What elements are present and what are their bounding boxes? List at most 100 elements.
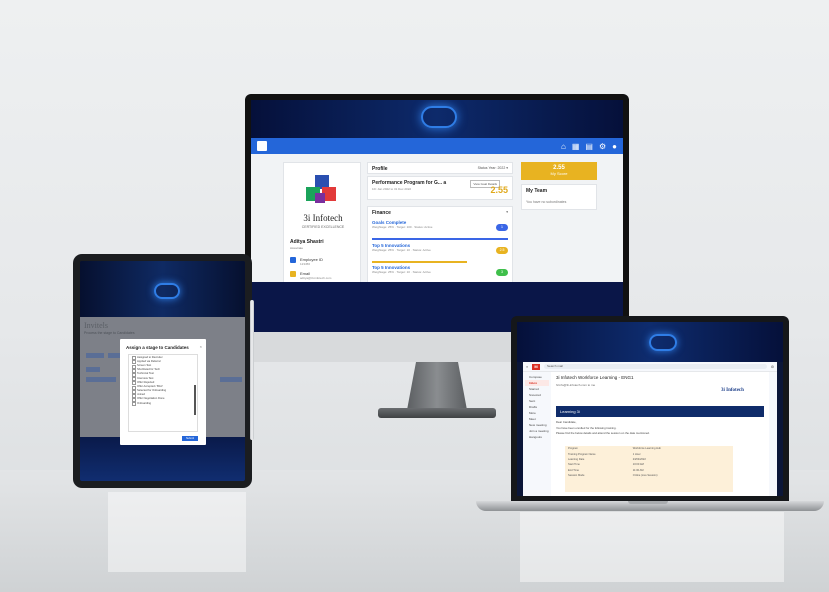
goal-progress-bar — [372, 238, 508, 240]
year-filter[interactable]: Status Year: 2022 ▾ — [478, 166, 508, 172]
performance-title: Performance Program for G... a — [372, 180, 447, 186]
brand-name: 3i Infotech — [303, 213, 343, 223]
laptop-device: ≡ M Search mail ⚙ Compose Inbox Starred … — [511, 316, 789, 502]
filter-chip[interactable] — [220, 377, 242, 382]
app-logo[interactable] — [257, 141, 267, 151]
email-paragraph: Please find the below details and attend… — [556, 431, 650, 436]
profile-name: Aditya Shastri — [290, 239, 324, 245]
tablet-hero-banner — [80, 261, 245, 317]
bell-icon[interactable]: ● — [612, 142, 617, 151]
table-key: Training Program Name — [568, 452, 596, 456]
table-value: 11:00 AM — [632, 468, 644, 472]
gmail-topbar: ≡ M Search mail ⚙ — [523, 362, 777, 372]
profile-panel: Profile Status Year: 2022 ▾ — [367, 162, 513, 174]
summary-column: 2.55 My Score My Team You have no subord… — [521, 162, 597, 210]
filter-chip[interactable] — [86, 353, 104, 358]
laptop-screen: ≡ M Search mail ⚙ Compose Inbox Starred … — [517, 322, 783, 496]
my-score-card[interactable]: 2.55 My Score — [521, 162, 597, 180]
profile-panel-title: Profile — [372, 166, 388, 172]
monitor-hero-banner — [251, 100, 623, 138]
close-icon[interactable]: × — [200, 344, 202, 349]
table-value: 23/04/2022 — [632, 457, 646, 461]
table-value: Online (Live Session) — [632, 474, 658, 478]
cloud-icon — [154, 283, 180, 299]
performance-score: 2.55 — [490, 185, 508, 195]
goal-item[interactable]: Top 5 Innovations Weightage: 25% · Targe… — [372, 243, 508, 263]
email-sender: hrinfo@3i-infotech.com to me — [556, 383, 596, 387]
table-key: Start Time — [568, 463, 580, 467]
email-row: Email aditya@3i-infotech.com — [290, 271, 331, 280]
goal-meta: Weightage: 25% · Target: 10 · Status: Ac… — [372, 270, 431, 274]
mail-icon — [290, 271, 296, 277]
profile-card: 3i Infotech CERTIFIED EXCELLENCE Aditya … — [283, 162, 361, 286]
gmail-window: ≡ M Search mail ⚙ Compose Inbox Starred … — [523, 362, 777, 496]
performance-column: Profile Status Year: 2022 ▾ Performance P… — [367, 162, 513, 286]
goal-item[interactable]: Goals Complete Weightage: 25% · Target: … — [372, 220, 508, 240]
my-score-label: My Score — [550, 171, 568, 176]
page-title: Invitels — [84, 321, 108, 330]
menu-icon[interactable]: ≡ — [526, 365, 528, 369]
user-icon[interactable]: ⚙ — [599, 142, 606, 151]
email-paragraph: Dear Candidate, — [556, 420, 577, 424]
page-subtitle: Process the stage to Candidates — [84, 331, 135, 335]
table-key: Session Mode — [568, 474, 585, 478]
modal-title: Assign a stage to Candidates — [126, 345, 189, 350]
laptop-reflection — [520, 512, 784, 582]
apps-icon[interactable]: ▤ — [585, 142, 593, 151]
email-body: Dear Candidate, You have been enrolled f… — [556, 420, 764, 437]
gmail-logo-icon[interactable]: M — [532, 363, 541, 370]
laptop-notch — [628, 501, 668, 504]
performance-program-card[interactable]: Performance Program for G... a 1D: Jan 2… — [367, 176, 513, 200]
table-value: Workforce Learning Hub — [632, 447, 661, 451]
tablet-screen: Invitels Process the stage to Candidates… — [80, 261, 245, 481]
employee-id-value: 123456 — [300, 262, 311, 266]
my-team-card: My Team You have no subordinates — [521, 184, 597, 210]
email-value: aditya@3i-infotech.com — [300, 276, 332, 280]
mail-search-input[interactable]: Search mail — [544, 364, 767, 369]
grid-icon[interactable]: ▦ — [572, 142, 580, 151]
my-team-title: My Team — [526, 188, 548, 194]
filter-chip[interactable] — [86, 367, 100, 372]
employee-id-row: Employee ID 123456 — [290, 257, 323, 266]
goal-score-pill: 2.5 — [496, 247, 508, 254]
table-key: Program — [568, 447, 578, 451]
device-mockup-scene: ⌂ ▦ ▤ ⚙ ● 3i Infotech CERTIFIED EXCELLEN… — [0, 0, 829, 592]
gmail-sidebar: Compose Inbox Starred Snoozed Sent Draft… — [523, 372, 551, 496]
profile-role: Associate — [290, 246, 304, 250]
collapse-icon[interactable]: ▾ — [506, 210, 508, 216]
performance-period: 1D: Jan 2022 to 31 Dec 2022 — [372, 187, 412, 191]
my-team-note: You have no subordinates — [526, 200, 567, 204]
home-icon[interactable]: ⌂ — [561, 142, 566, 151]
cloud-icon — [649, 334, 677, 351]
settings-icon[interactable]: ⚙ — [771, 365, 774, 369]
tablet-device: Invitels Process the stage to Candidates… — [73, 254, 252, 488]
cloud-icon — [421, 106, 457, 128]
monitor-stand-base — [378, 408, 496, 418]
table-key: Learning Date — [568, 457, 585, 461]
email-view: 3i Infotech Workforce Learning - ENG1 hr… — [553, 372, 767, 496]
training-details-table: Program Workforce Learning Hub Training P… — [565, 446, 733, 492]
nav-icons: ⌂ ▦ ▤ ⚙ ● — [561, 142, 617, 151]
email-paragraph: You have been enrolled for the following… — [556, 425, 617, 430]
email-brand-logo: 3i Infotech — [721, 388, 744, 393]
person-icon — [290, 257, 296, 263]
gmail-side-panel — [769, 372, 777, 496]
table-key: End Time — [568, 468, 579, 472]
goal-progress-bar — [372, 261, 468, 263]
monitor-stand — [407, 362, 467, 410]
company-logo — [306, 175, 338, 207]
submit-button[interactable]: Submit — [182, 436, 198, 441]
stage-option[interactable]: Onboarding — [129, 401, 197, 407]
monitor-app-body: 3i Infotech CERTIFIED EXCELLENCE Aditya … — [251, 154, 623, 332]
table-value: 10:00 AM — [632, 463, 644, 467]
scrollbar[interactable] — [194, 385, 196, 415]
finance-goals-panel: Finance ▾ Goals Complete Weightage: 25% ·… — [367, 206, 513, 286]
nav-hangouts[interactable]: Hangouts — [525, 434, 549, 440]
goal-score-pill: 3 — [496, 269, 508, 276]
monitor-navbar: ⌂ ▦ ▤ ⚙ ● — [251, 138, 623, 154]
stylus-pen — [250, 300, 254, 440]
laptop-hero-banner — [517, 322, 783, 362]
filter-chip[interactable] — [86, 377, 116, 382]
table-row: Session Mode Online (Live Session) — [565, 473, 733, 478]
email-banner: Learning 3i — [556, 406, 764, 417]
